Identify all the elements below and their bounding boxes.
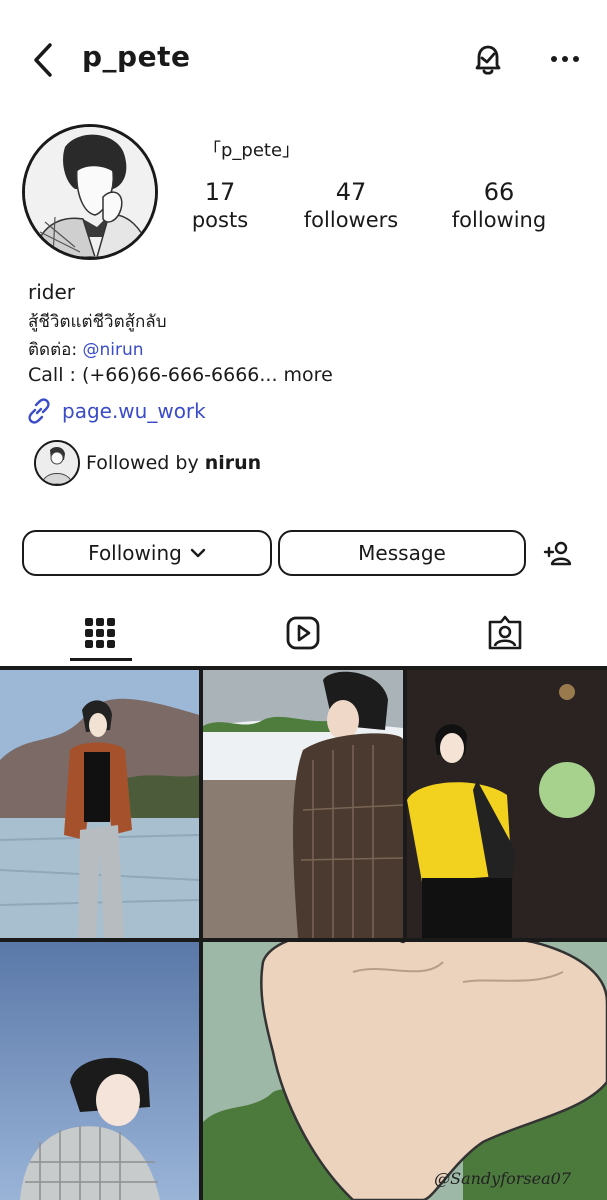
following-button[interactable]: Following [22,530,272,576]
active-tab-indicator [70,658,132,661]
following-stat[interactable]: 66 following [444,178,554,232]
mutual-follower-avatar [34,440,80,486]
add-person-icon [543,541,572,566]
more-link[interactable]: more [278,364,333,386]
contact-mention-link[interactable]: @nirun [82,340,143,360]
display-name: 「p_pete」 [203,140,301,161]
posts-label: posts [191,208,249,232]
following-count: 66 [483,178,515,206]
profile-avatar[interactable] [22,124,158,260]
tab-reels[interactable] [278,608,328,658]
chevron-down-icon [190,548,206,558]
post-thumbnail[interactable]: @Sandyforsea07 [203,942,607,1200]
tab-tagged[interactable] [480,608,530,658]
chevron-left-icon [34,43,52,77]
notifications-button[interactable] [468,40,508,80]
followers-stat[interactable]: 47 followers [296,178,406,232]
post-thumbnail[interactable] [0,670,199,938]
followed-by-user[interactable]: nirun [205,452,261,474]
external-link-text: page.wu_work [62,399,206,423]
followers-count: 47 [335,178,367,206]
avatar-illustration [25,127,155,257]
posts-grid: @Sandyforsea07 [0,666,607,1200]
tagged-icon [488,615,522,650]
followers-label: followers [303,208,399,232]
artist-signature: @Sandyforsea07 [434,1169,571,1188]
message-button-label: Message [358,541,446,565]
link-icon [28,398,50,424]
tab-posts-grid[interactable] [75,608,125,658]
bio-name: rider [28,280,76,304]
post-thumbnail[interactable] [203,670,403,938]
posts-count: 17 [204,178,236,206]
grid-icon [85,618,115,648]
back-button[interactable] [28,40,62,80]
reels-icon [286,616,320,650]
following-label: following [451,208,547,232]
bio-text: สู้ชีวิตแต่ชีวิตสู้กลับ [28,312,167,332]
post-thumbnail[interactable] [407,670,607,938]
call-text: Call : (+66)66-666-6666... [28,364,278,386]
profile-username: p_pete [82,40,191,73]
message-button[interactable]: Message [278,530,526,576]
contact-prefix: ติดต่อ: [28,340,83,360]
external-link[interactable]: page.wu_work [26,398,206,424]
more-options-button[interactable] [548,44,582,74]
bio-call: Call : (+66)66-666-6666... more [28,364,333,386]
more-horizontal-icon [551,56,579,62]
suggested-accounts-button[interactable] [542,538,574,568]
followed-by-prefix: Followed by [86,452,199,474]
post-thumbnail[interactable] [0,942,199,1200]
following-button-label: Following [88,541,182,565]
bell-icon [475,45,501,75]
bio-contact: ติดต่อ: @nirun [28,336,144,363]
followed-by-row[interactable]: Followed by nirun [34,440,261,486]
posts-stat[interactable]: 17 posts [180,178,260,232]
